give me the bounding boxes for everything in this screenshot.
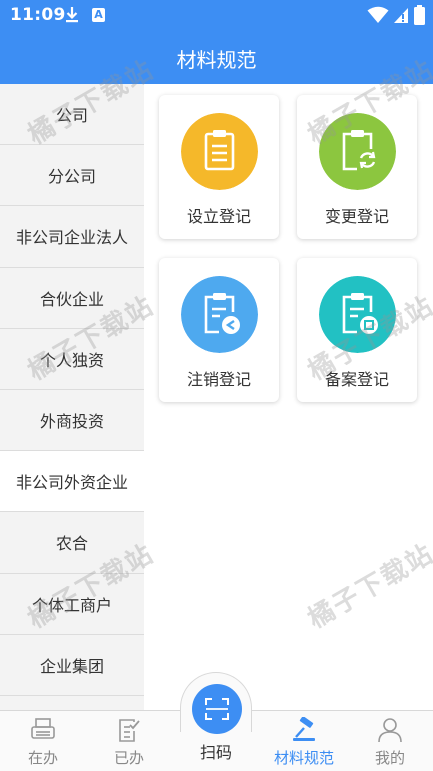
- printer-icon: [31, 718, 55, 739]
- battery-icon: [414, 5, 425, 25]
- sidebar-item-company[interactable]: 公司: [0, 84, 144, 146]
- gavel-icon: [293, 717, 315, 741]
- sidebar-item-partnership[interactable]: 合伙企业: [0, 268, 144, 329]
- user-icon: [378, 718, 402, 743]
- wifi-icon: [367, 6, 389, 23]
- tab-in-progress[interactable]: 在办: [0, 711, 86, 771]
- sidebar-item-individual-business[interactable]: 个体工商户: [0, 574, 144, 635]
- sidebar-item-non-company-foreign-enterprise[interactable]: 非公司外资企业: [0, 451, 144, 513]
- sidebar-item-foreign-investment[interactable]: 外商投资: [0, 390, 144, 452]
- main-content: 设立登记 变更登记 注销登记 备案登记: [144, 84, 433, 710]
- clipboard-stamp-icon: [319, 276, 396, 353]
- download-icon: [66, 7, 78, 23]
- page-title: 材料规范: [176, 48, 257, 72]
- status-bar: 11:09 A: [0, 0, 433, 32]
- sidebar-item-label: 非公司企业法人: [15, 228, 128, 248]
- scan-label[interactable]: 扫码: [176, 739, 256, 763]
- tab-label: 材料规范: [273, 749, 334, 767]
- card-change-registration[interactable]: 变更登记: [297, 95, 417, 239]
- sidebar-item-label: 个体工商户: [31, 595, 112, 615]
- card-cancellation-registration[interactable]: 注销登记: [159, 258, 279, 402]
- sidebar-item-branch[interactable]: 分公司: [0, 145, 144, 207]
- card-label: 变更登记: [324, 207, 389, 226]
- card-label: 设立登记: [186, 207, 251, 226]
- clipboard-list-icon: [181, 113, 258, 190]
- sidebar-item-enterprise-group[interactable]: 企业集团: [0, 635, 144, 696]
- sidebar-item-label: 个人独资: [39, 350, 104, 370]
- tab-mine[interactable]: 我的: [347, 711, 433, 771]
- sidebar-item-label: 农合: [55, 534, 88, 554]
- app-notification-icon: A: [92, 8, 105, 22]
- document-check-icon: [119, 719, 140, 742]
- sidebar-item-label: 合伙企业: [39, 289, 104, 309]
- sidebar-item-label: 公司: [55, 106, 88, 126]
- sidebar-item-label: 外商投资: [39, 412, 104, 432]
- sidebar-item-label: 企业集团: [39, 656, 104, 676]
- tab-label: 已办: [113, 749, 144, 767]
- sidebar-item-label: 非公司外资企业: [15, 473, 128, 493]
- tab-completed[interactable]: 已办: [86, 711, 172, 771]
- title-bar: 材料规范: [0, 32, 433, 84]
- signal-icon: [394, 8, 408, 23]
- sidebar-item-label: 分公司: [47, 167, 96, 187]
- card-label: 注销登记: [186, 370, 251, 389]
- scan-icon: [205, 698, 229, 720]
- scan-button[interactable]: [192, 684, 242, 734]
- sidebar-item-farmer-cooperative[interactable]: 农合: [0, 512, 144, 574]
- status-time: 11:09: [10, 5, 66, 25]
- card-label: 备案登记: [324, 370, 389, 389]
- sidebar-item-sole-proprietorship[interactable]: 个人独资: [0, 329, 144, 390]
- category-sidebar: 公司 分公司 非公司企业法人 合伙企业 个人独资 外商投资 非公司外资企业 农合…: [0, 84, 144, 710]
- tab-label: 在办: [27, 749, 58, 767]
- clipboard-refresh-icon: [319, 113, 396, 190]
- card-filing-registration[interactable]: 备案登记: [297, 258, 417, 402]
- tab-material-standards[interactable]: 材料规范: [261, 711, 347, 771]
- sidebar-item-non-company-legal-person[interactable]: 非公司企业法人: [0, 206, 144, 268]
- tab-label: 我的: [374, 749, 405, 767]
- card-establishment-registration[interactable]: 设立登记: [159, 95, 279, 239]
- clipboard-back-icon: [181, 276, 258, 353]
